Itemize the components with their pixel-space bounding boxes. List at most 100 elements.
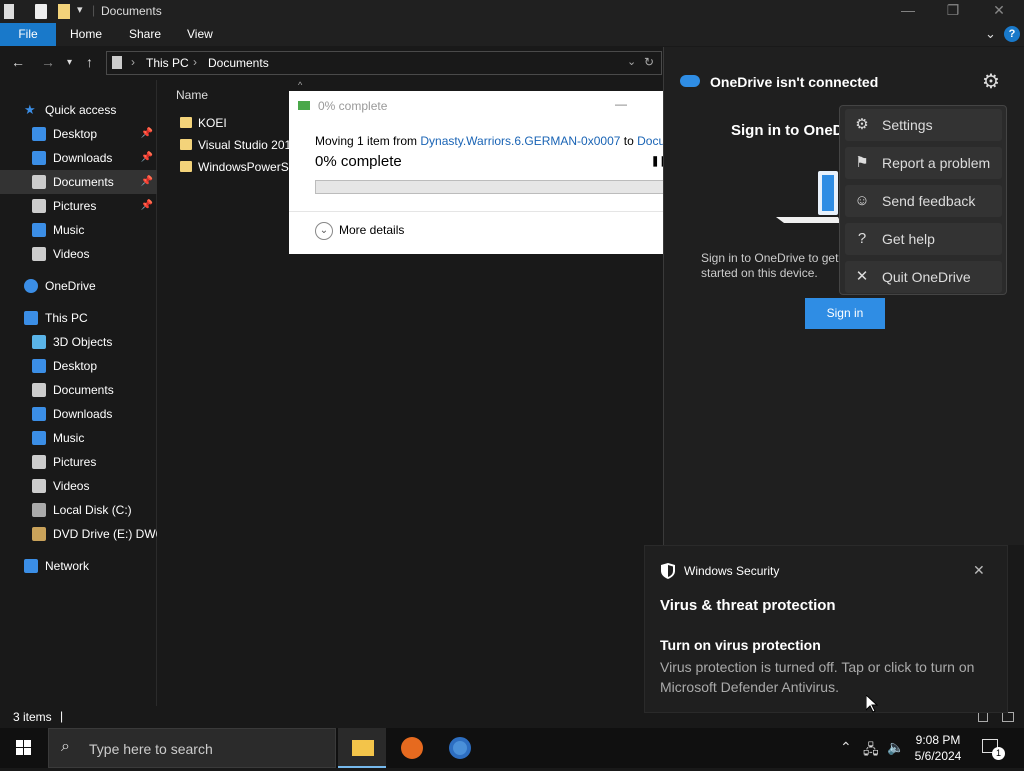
- sidebar-item-label: Quick access: [45, 103, 117, 117]
- tab-view[interactable]: View: [187, 23, 213, 46]
- menu-item-send-feedback[interactable]: ☺ Send feedback: [845, 185, 1002, 217]
- sidebar-item-music[interactable]: Music: [0, 426, 157, 450]
- sidebar-item-downloads[interactable]: Downloads: [0, 402, 157, 426]
- sidebar-item-label: Videos: [53, 247, 90, 261]
- sidebar-item-videos[interactable]: Videos: [0, 242, 157, 266]
- dialog-minimize-button[interactable]: —: [615, 97, 627, 111]
- tab-home[interactable]: Home: [70, 23, 102, 46]
- sidebar-item-pictures[interactable]: Pictures: [0, 450, 157, 474]
- folder-icon: [180, 161, 192, 172]
- sidebar-item-videos[interactable]: Videos: [0, 474, 157, 498]
- column-header-name[interactable]: Name: [176, 88, 208, 102]
- sidebar-item-onedrive[interactable]: OneDrive: [0, 274, 157, 298]
- file-explorer-taskbar-button[interactable]: [338, 728, 386, 768]
- sidebar-item-label: Music: [53, 223, 85, 237]
- start-button[interactable]: [0, 728, 48, 768]
- title-bar: ▾ | Documents — ❐ ✕: [0, 0, 1024, 23]
- up-arrow-icon[interactable]: ↑: [86, 54, 93, 70]
- title-separator: |: [92, 3, 96, 17]
- menu-item-quit-onedrive[interactable]: ✕ Quit OneDrive: [845, 261, 1002, 293]
- sidebar-item-desktop[interactable]: Desktop 📌: [0, 122, 157, 146]
- sidebar-item-music[interactable]: Music: [0, 218, 157, 242]
- search-placeholder: Type here to search: [89, 741, 213, 757]
- ribbon: File Home Share View ⌄ ?: [0, 23, 1024, 46]
- source-link[interactable]: Dynasty.Warriors.6.GERMAN-0x0007: [420, 134, 620, 148]
- copy-progress-dialog: 0% complete — Moving 1 item from Dynasty…: [289, 91, 698, 254]
- navigation-pane: ★ Quick access Desktop 📌 Downloads 📌 Documents…: [0, 80, 157, 706]
- forward-arrow-icon[interactable]: →: [41, 54, 55, 70]
- notification-app-name: Windows Security: [684, 564, 780, 578]
- volume-icon[interactable]: 🔈: [887, 739, 904, 756]
- moving-to: to: [620, 134, 638, 148]
- pin-icon: 📌: [140, 176, 153, 187]
- more-details-button[interactable]: ⌄ More details: [315, 222, 404, 240]
- sidebar-item-label: This PC: [45, 311, 88, 325]
- show-hidden-icons-icon[interactable]: ⌃: [840, 739, 852, 756]
- breadcrumb-this-pc[interactable]: This PC: [146, 56, 189, 70]
- list-item[interactable]: Visual Studio 2019: [180, 134, 298, 156]
- expand-ribbon-icon[interactable]: ⌄: [985, 26, 996, 42]
- sidebar-item-3d-objects[interactable]: 3D Objects: [0, 330, 157, 354]
- file-name: Visual Studio 2019: [198, 138, 298, 152]
- list-item[interactable]: KOEI: [180, 112, 227, 134]
- pin-icon: 📌: [140, 152, 153, 163]
- star-icon: ★: [24, 102, 36, 117]
- app-icon: [4, 4, 14, 19]
- sidebar-item-quick-access[interactable]: ★ Quick access: [0, 98, 157, 122]
- maximize-button[interactable]: ❐: [930, 2, 976, 19]
- sidebar-item-label: Downloads: [53, 407, 113, 421]
- sidebar-item-this-pc[interactable]: This PC: [0, 306, 157, 330]
- chevron-down-icon: ⌄: [315, 222, 333, 240]
- sidebar-item-label: DVD Drive (E:) DW6: [53, 527, 157, 541]
- search-box[interactable]: ⌕ Type here to search: [48, 728, 336, 768]
- properties-icon[interactable]: [35, 4, 47, 19]
- back-arrow-icon[interactable]: ←: [11, 54, 25, 70]
- large-icons-view-icon[interactable]: [1002, 712, 1014, 722]
- sidebar-item-documents[interactable]: Documents: [0, 378, 157, 402]
- menu-item-get-help[interactable]: ? Get help: [845, 223, 1002, 255]
- menu-item-settings[interactable]: ⚙ Settings: [845, 109, 1002, 141]
- music-icon: [32, 431, 46, 445]
- close-button[interactable]: ✕: [976, 2, 1022, 19]
- gear-icon[interactable]: ⚙: [982, 69, 1000, 94]
- help-icon[interactable]: ?: [1004, 26, 1020, 42]
- refresh-icon[interactable]: ↻: [644, 55, 654, 69]
- breadcrumb-documents[interactable]: Documents: [208, 56, 269, 70]
- sidebar-item-label: Documents: [53, 383, 114, 397]
- sign-in-title: Sign in to OneDrive: [731, 122, 841, 139]
- clock-time: 9:08 PM: [915, 733, 961, 747]
- sidebar-item-pictures[interactable]: Pictures 📌: [0, 194, 157, 218]
- menu-item-report-a-problem[interactable]: ⚑ Report a problem: [845, 147, 1002, 179]
- pin-icon: 📌: [140, 128, 153, 139]
- sidebar-item-network[interactable]: Network: [0, 554, 157, 578]
- documents-icon: [32, 175, 46, 189]
- sidebar-item-local-disk-c[interactable]: Local Disk (C:): [0, 498, 157, 522]
- new-folder-icon[interactable]: [58, 4, 70, 19]
- recent-locations-icon[interactable]: ▾: [67, 57, 72, 68]
- details-view-icon[interactable]: [978, 712, 988, 722]
- windows-security-notification[interactable]: Windows Security ✕ Virus & threat protec…: [644, 545, 1008, 713]
- window-title: Documents: [101, 4, 162, 18]
- file-tab[interactable]: File: [0, 23, 56, 46]
- onedrive-cloud-icon: [680, 75, 700, 87]
- sidebar-item-documents[interactable]: Documents 📌: [0, 170, 157, 194]
- firefox-taskbar-button[interactable]: [388, 728, 436, 768]
- tab-share[interactable]: Share: [129, 23, 161, 46]
- network-icon[interactable]: 🖧: [863, 739, 879, 763]
- sidebar-item-label: Desktop: [53, 127, 98, 141]
- close-icon[interactable]: ✕: [973, 562, 985, 579]
- address-bar[interactable]: › This PC › Documents ⌄ ↻: [106, 51, 662, 75]
- sidebar-item-label: Videos: [53, 479, 90, 493]
- clock[interactable]: 9:08 PM 5/6/2024: [908, 732, 968, 764]
- chromium-taskbar-button[interactable]: [436, 728, 484, 768]
- qat-dropdown-icon[interactable]: ▾: [77, 3, 83, 16]
- dvd-drive-icon: [32, 527, 46, 541]
- sidebar-item-dvd-drive-e-dw6[interactable]: DVD Drive (E:) DW6: [0, 522, 157, 546]
- sign-in-button[interactable]: Sign in: [805, 298, 885, 329]
- sidebar-item-downloads[interactable]: Downloads 📌: [0, 146, 157, 170]
- onedrive-header: OneDrive isn't connected: [710, 74, 879, 90]
- minimize-button[interactable]: —: [885, 2, 931, 18]
- address-dropdown-icon[interactable]: ⌄: [627, 55, 636, 68]
- sidebar-item-desktop[interactable]: Desktop: [0, 354, 157, 378]
- notification-body: Virus protection is turned off. Tap or c…: [660, 659, 975, 695]
